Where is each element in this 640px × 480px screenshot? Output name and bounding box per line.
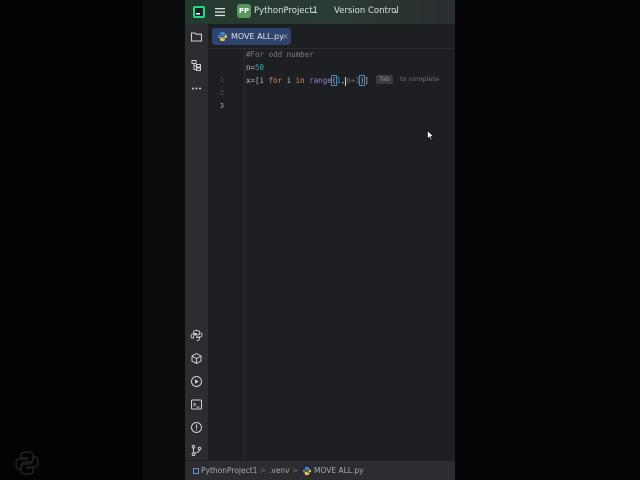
breadcrumb-folder[interactable]: .venv [269, 466, 290, 476]
code-builtin: range [309, 76, 332, 85]
code-line-1[interactable]: #For odd number [246, 50, 314, 60]
hamburger-menu-icon[interactable] [213, 5, 227, 19]
ide-window: PP PythonProject1 ⌄ Version Control ⌄ MO… [185, 0, 455, 480]
module-icon [193, 468, 199, 474]
background-right [455, 0, 640, 480]
more-icon[interactable] [190, 82, 203, 95]
git-icon[interactable] [190, 444, 203, 457]
code-bracket: ] [364, 76, 369, 85]
code-comment: #For odd number [246, 50, 314, 59]
project-selector[interactable]: PythonProject1 [254, 5, 318, 18]
code-line-3[interactable]: x=[i for i in range(1,n+1)] [246, 75, 369, 86]
breadcrumb-separator: > [260, 466, 267, 475]
editor-area: MOVE ALL.py × 1 2 3 #For odd number n=50… [208, 24, 455, 460]
title-bar: PP PythonProject1 ⌄ Version Control ⌄ [185, 0, 455, 24]
completion-tab-key: Tab [376, 75, 394, 84]
tab-label: MOVE ALL.py [231, 32, 284, 41]
code-keyword: in [295, 76, 305, 85]
breadcrumb-project[interactable]: PythonProject1 [201, 466, 257, 476]
code-keyword: for [268, 76, 283, 85]
services-icon[interactable] [190, 375, 203, 388]
terminal-icon[interactable] [190, 398, 203, 411]
breadcrumb-separator: > [292, 466, 299, 475]
code-identifier: i [259, 76, 269, 85]
tab-move-all-py[interactable]: MOVE ALL.py × [212, 28, 291, 45]
problems-icon[interactable] [190, 421, 203, 434]
code-line-2[interactable]: n=50 [246, 63, 264, 73]
line-number: 1 [219, 76, 224, 84]
line-number-gutter: 1 2 3 [208, 49, 245, 460]
folder-icon[interactable] [190, 30, 203, 43]
python-console-icon[interactable] [190, 329, 203, 342]
background-left-strip [142, 0, 185, 480]
line-number-current: 3 [219, 102, 224, 110]
left-tool-window-bar [185, 24, 208, 460]
background-left [0, 0, 142, 480]
python-file-icon [302, 466, 312, 476]
python-packages-icon[interactable] [190, 352, 203, 365]
completion-hint-text: to complete [400, 75, 439, 83]
inline-completion: +1 [350, 76, 360, 85]
python-file-icon [218, 32, 227, 41]
jetbrains-logo-icon[interactable] [192, 5, 206, 19]
code-identifier: i [282, 76, 296, 85]
version-control-selector[interactable]: Version Control [334, 5, 399, 18]
chevron-down-icon[interactable]: ⌄ [393, 5, 399, 18]
python-logo-icon [15, 451, 39, 475]
structure-icon[interactable] [190, 59, 203, 72]
code-text: x=[ [246, 76, 260, 85]
mouse-cursor-icon [427, 130, 434, 141]
project-badge[interactable]: PP [237, 4, 251, 18]
editor-tab-bar: MOVE ALL.py × [208, 24, 455, 49]
chevron-down-icon[interactable]: ⌄ [310, 5, 316, 18]
status-bar: PythonProject1 > .venv > MOVE ALL.py [185, 460, 455, 480]
code-number: 50 [255, 63, 265, 72]
line-number: 2 [219, 89, 224, 97]
close-tab-icon[interactable]: × [282, 31, 289, 42]
breadcrumb-file[interactable]: MOVE ALL.py [314, 466, 364, 476]
